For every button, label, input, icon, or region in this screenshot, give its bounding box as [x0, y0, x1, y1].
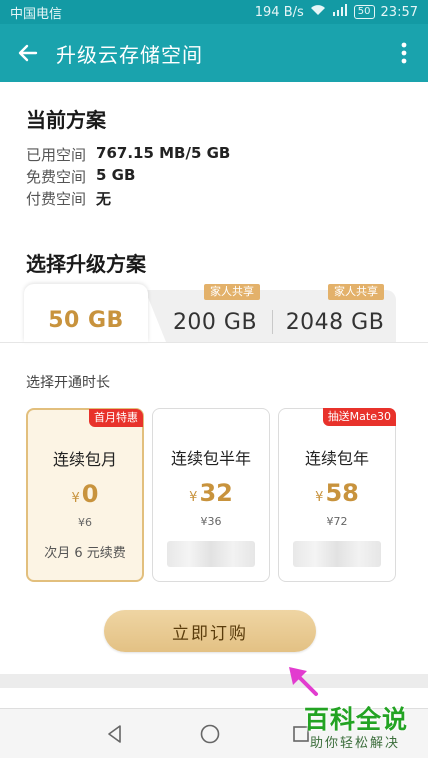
more-vertical-icon — [401, 42, 407, 64]
blurred-text — [293, 541, 381, 567]
family-share-badge: 家人共享 — [204, 284, 260, 300]
upgrade-plan-title: 选择升级方案 — [26, 252, 146, 276]
carrier-name: 中国电信 — [10, 6, 63, 22]
card-renew-note: 次月 6 元续费 — [44, 546, 126, 561]
info-value: 5 GB — [96, 166, 136, 184]
blurred-text — [167, 541, 255, 567]
duration-label: 选择开通时长 — [26, 375, 110, 391]
tab-divider — [272, 310, 273, 334]
page-title: 升级云存储空间 — [56, 42, 203, 67]
card-name: 连续包半年 — [170, 449, 251, 468]
card-price: ¥0 — [28, 480, 142, 508]
section-gap — [0, 674, 428, 688]
duration-card-monthly[interactable]: 首月特惠 连续包月 ¥0 ¥6 次月 6 元续费 — [26, 408, 144, 582]
tab-label: 50 GB — [48, 307, 124, 333]
nav-home-button[interactable] — [195, 719, 225, 749]
card-original-price: ¥6 — [78, 516, 92, 529]
tab-50gb[interactable]: 50 GB — [24, 284, 148, 342]
price-value: 0 — [81, 480, 99, 508]
current-plan-title: 当前方案 — [26, 108, 106, 132]
info-row-paid: 付费空间 无 — [26, 188, 111, 209]
currency-symbol: ¥ — [315, 490, 324, 505]
promo-badge: 首月特惠 — [89, 409, 143, 427]
arrow-left-icon — [18, 44, 38, 62]
duration-card-halfyear[interactable]: 连续包半年 ¥32 ¥36 — [152, 408, 270, 582]
promo-badge: 抽送Mate30 — [322, 408, 396, 426]
duration-card-yearly[interactable]: 抽送Mate30 连续包年 ¥58 ¥72 — [278, 408, 396, 582]
clock: 23:57 — [380, 4, 418, 20]
signal-icon — [332, 4, 348, 20]
card-price: ¥32 — [153, 479, 269, 507]
info-label: 付费空间 — [26, 190, 87, 208]
card-price: ¥58 — [279, 479, 395, 507]
network-speed: 194 B/s — [254, 4, 304, 20]
info-row-free: 免费空间 5 GB — [26, 166, 135, 187]
tab-label: 2048 GB — [285, 309, 385, 335]
info-value: 767.15 MB/5 GB — [96, 144, 231, 162]
card-name: 连续包月 — [52, 450, 117, 469]
info-row-used: 已用空间 767.15 MB/5 GB — [26, 144, 230, 165]
wifi-icon — [310, 4, 326, 20]
price-value: 58 — [325, 479, 359, 507]
tab-label: 200 GB — [172, 309, 258, 335]
circle-home-icon — [200, 724, 220, 744]
info-label: 已用空间 — [26, 146, 87, 164]
currency-symbol: ¥ — [189, 490, 198, 505]
triangle-back-icon — [108, 725, 121, 743]
battery-icon: 50 — [353, 5, 375, 19]
family-share-badge: 家人共享 — [328, 284, 384, 300]
annotation-arrow-icon — [289, 667, 318, 696]
storage-tabs: 50 GB 200 GB 家人共享 2048 GB 家人共享 — [24, 284, 396, 342]
status-icons: 194 B/s 50 23:57 — [255, 4, 418, 20]
subscribe-button[interactable]: 立即订购 — [104, 610, 316, 652]
status-bar: 中国电信 194 B/s 50 23:57 — [0, 0, 428, 24]
back-button[interactable] — [0, 24, 56, 82]
watermark-title: 百科全说 — [304, 705, 409, 734]
info-label: 免费空间 — [26, 168, 87, 186]
card-original-price: ¥72 — [326, 515, 348, 528]
card-name: 连续包年 — [304, 449, 369, 468]
price-value: 32 — [199, 479, 233, 507]
more-options-button[interactable] — [380, 24, 428, 82]
app-bar: 升级云存储空间 — [0, 24, 428, 82]
card-original-price: ¥36 — [200, 515, 222, 528]
watermark-subtitle: 助你轻松解决 — [310, 736, 401, 751]
divider — [0, 342, 428, 343]
watermark-logo: 百科全说 助你轻松解决 — [298, 700, 422, 754]
content-card: 当前方案 已用空间 767.15 MB/5 GB 免费空间 5 GB 付费空间 … — [0, 82, 428, 674]
nav-back-button[interactable] — [100, 719, 130, 749]
currency-symbol: ¥ — [71, 491, 80, 506]
info-value: 无 — [96, 190, 112, 208]
